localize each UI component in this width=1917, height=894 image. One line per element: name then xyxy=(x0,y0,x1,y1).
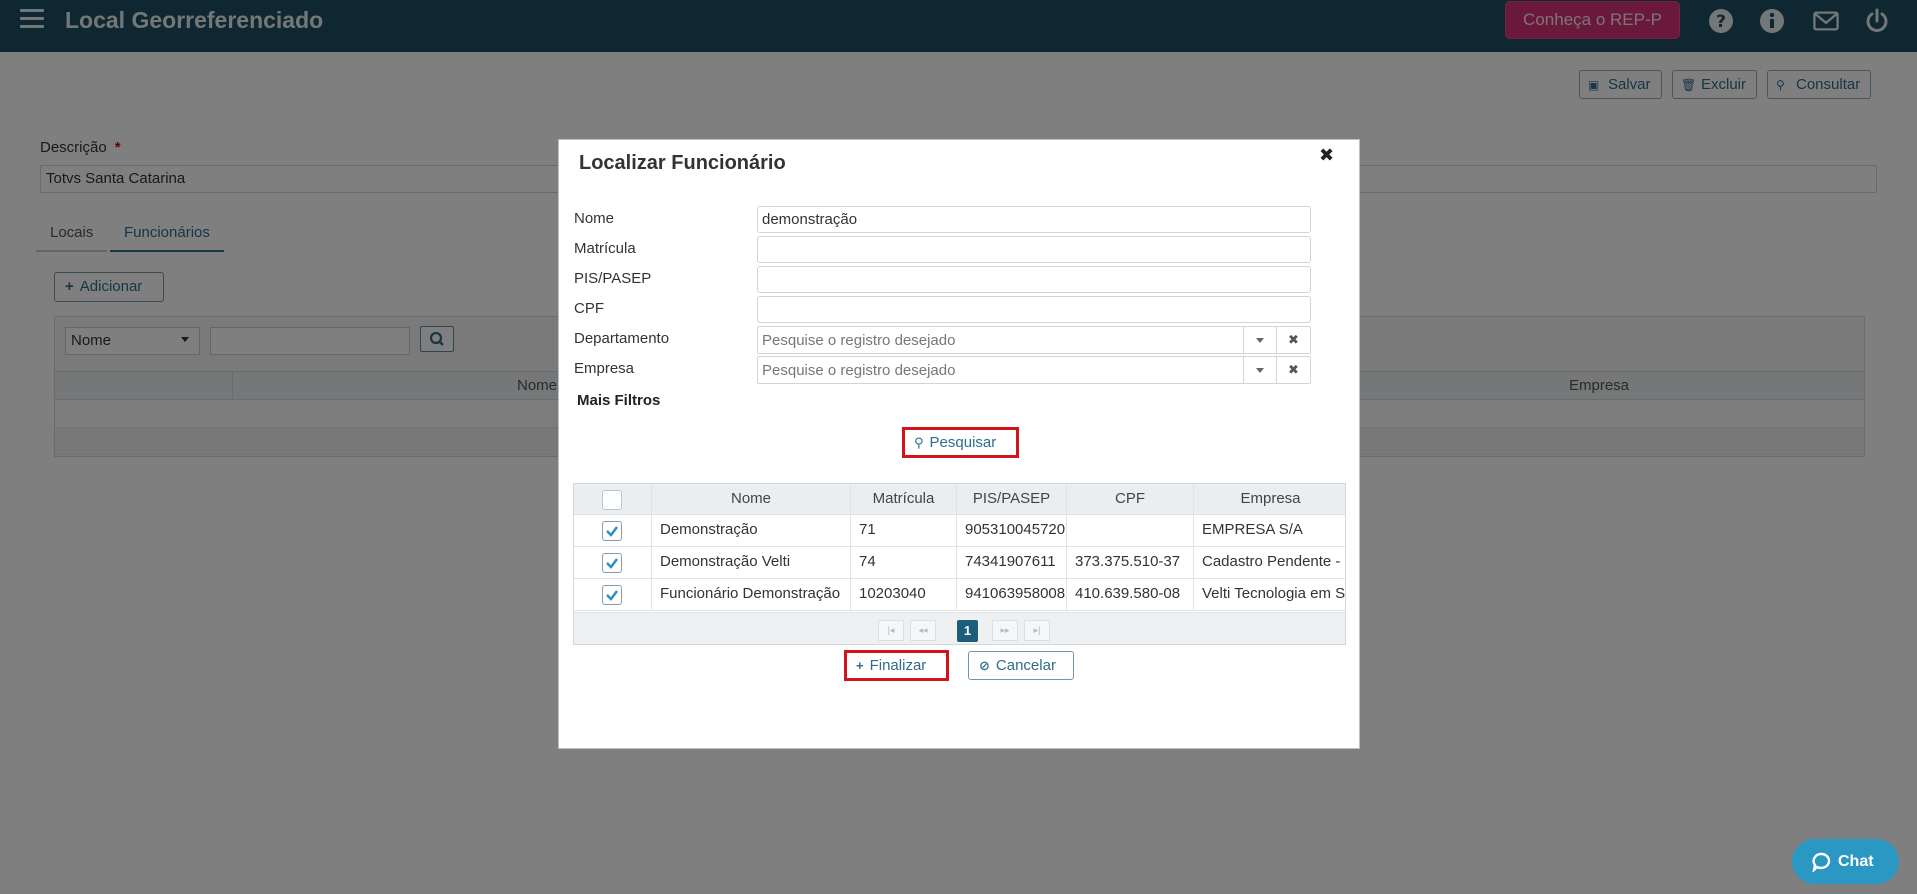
prev-page-button[interactable]: ◂◂ xyxy=(910,620,936,641)
departamento-lookup[interactable]: Pesquise o registro desejado ✖ xyxy=(757,326,1311,354)
chat-button[interactable]: Chat xyxy=(1792,839,1899,884)
cell-empresa: Cadastro Pendente - xyxy=(1202,553,1341,570)
plus-icon: + xyxy=(856,658,864,673)
check-icon xyxy=(606,590,618,601)
select-all-checkbox[interactable] xyxy=(602,490,622,510)
cell-pis: 74341907611 xyxy=(957,547,1067,578)
row-checkbox[interactable] xyxy=(602,553,622,573)
first-page-button[interactable]: |◂ xyxy=(878,620,904,641)
row-checkbox[interactable] xyxy=(602,585,622,605)
cell-empresa: EMPRESA S/A xyxy=(1202,521,1303,538)
column-pis-pasep[interactable]: PIS/PASEP xyxy=(957,484,1067,514)
check-icon xyxy=(606,558,618,569)
cell-matricula: 74 xyxy=(851,547,957,578)
departamento-label: Departamento xyxy=(574,330,670,347)
close-icon[interactable]: ✖ xyxy=(1319,145,1334,166)
cell-cpf xyxy=(1067,515,1194,546)
matricula-label: Matrícula xyxy=(574,240,636,257)
cell-nome: Demonstração Velti xyxy=(652,547,851,578)
cell-cpf: 410.639.580-08 xyxy=(1067,579,1194,610)
grid-pager: |◂ ◂◂ 1 ▸▸ ▸| xyxy=(574,612,1345,644)
cell-pis: 94106395800821 xyxy=(957,579,1067,610)
departamento-clear-icon[interactable]: ✖ xyxy=(1276,327,1310,353)
find-employee-modal: Localizar Funcionário ✖ Nome demonstraçã… xyxy=(558,139,1360,749)
departamento-dropdown-button[interactable] xyxy=(1243,327,1276,353)
pis-input[interactable] xyxy=(757,266,1311,293)
results-grid: Nome Matrícula PIS/PASEP CPF Empresa Dem… xyxy=(573,483,1346,645)
column-matricula[interactable]: Matrícula xyxy=(851,484,957,514)
row-checkbox[interactable] xyxy=(602,521,622,541)
column-nome[interactable]: Nome xyxy=(652,484,851,514)
cell-pis: 90531004572076 xyxy=(957,515,1067,546)
last-page-button[interactable]: ▸| xyxy=(1024,620,1050,641)
cpf-input[interactable] xyxy=(757,296,1311,323)
nome-input[interactable]: demonstração xyxy=(757,206,1311,233)
cell-empresa: Velti Tecnologia em S xyxy=(1202,585,1346,602)
pis-label: PIS/PASEP xyxy=(574,270,652,287)
check-icon xyxy=(606,526,618,537)
cancel-button[interactable]: ⊘ Cancelar xyxy=(968,651,1074,680)
more-filters-toggle[interactable]: Mais Filtros xyxy=(577,392,660,409)
search-button[interactable]: ⚲ Pesquisar xyxy=(908,432,1013,454)
cell-cpf: 373.375.510-37 xyxy=(1067,547,1194,578)
column-empresa[interactable]: Empresa xyxy=(1194,484,1345,514)
cpf-label: CPF xyxy=(574,300,604,317)
current-page[interactable]: 1 xyxy=(957,620,978,642)
search-button-highlight: ⚲ Pesquisar xyxy=(902,427,1019,458)
chevron-down-icon xyxy=(1256,338,1264,343)
empresa-label: Empresa xyxy=(574,360,635,377)
ban-icon: ⊘ xyxy=(979,658,990,673)
cell-matricula: 71 xyxy=(851,515,957,546)
search-icon: ⚲ xyxy=(914,435,924,450)
cell-nome: Demonstração xyxy=(652,515,851,546)
next-page-button[interactable]: ▸▸ xyxy=(992,620,1018,641)
modal-title: Localizar Funcionário xyxy=(579,152,786,174)
empresa-clear-icon[interactable]: ✖ xyxy=(1276,357,1310,383)
table-row[interactable]: Demonstração 71 90531004572076 EMPRESA S… xyxy=(574,515,1345,547)
table-row[interactable]: Funcionário Demonstração 10203040 941063… xyxy=(574,579,1346,611)
cell-matricula: 10203040 xyxy=(851,579,957,610)
finish-button[interactable]: + Finalizar xyxy=(850,655,943,677)
table-row[interactable]: Demonstração Velti 74 74341907611 373.37… xyxy=(574,547,1345,579)
nome-label: Nome xyxy=(574,210,615,227)
matricula-input[interactable] xyxy=(757,236,1311,263)
grid-header: Nome Matrícula PIS/PASEP CPF Empresa xyxy=(574,484,1345,515)
empresa-placeholder: Pesquise o registro desejado xyxy=(762,362,956,379)
chevron-down-icon xyxy=(1256,368,1264,373)
cell-nome: Funcionário Demonstração xyxy=(652,579,851,610)
chat-bubble-icon xyxy=(1812,852,1831,874)
departamento-placeholder: Pesquise o registro desejado xyxy=(762,332,956,349)
empresa-lookup[interactable]: Pesquise o registro desejado ✖ xyxy=(757,356,1311,384)
column-cpf[interactable]: CPF xyxy=(1067,484,1194,514)
empresa-dropdown-button[interactable] xyxy=(1243,357,1276,383)
finish-button-highlight: + Finalizar xyxy=(844,650,949,681)
